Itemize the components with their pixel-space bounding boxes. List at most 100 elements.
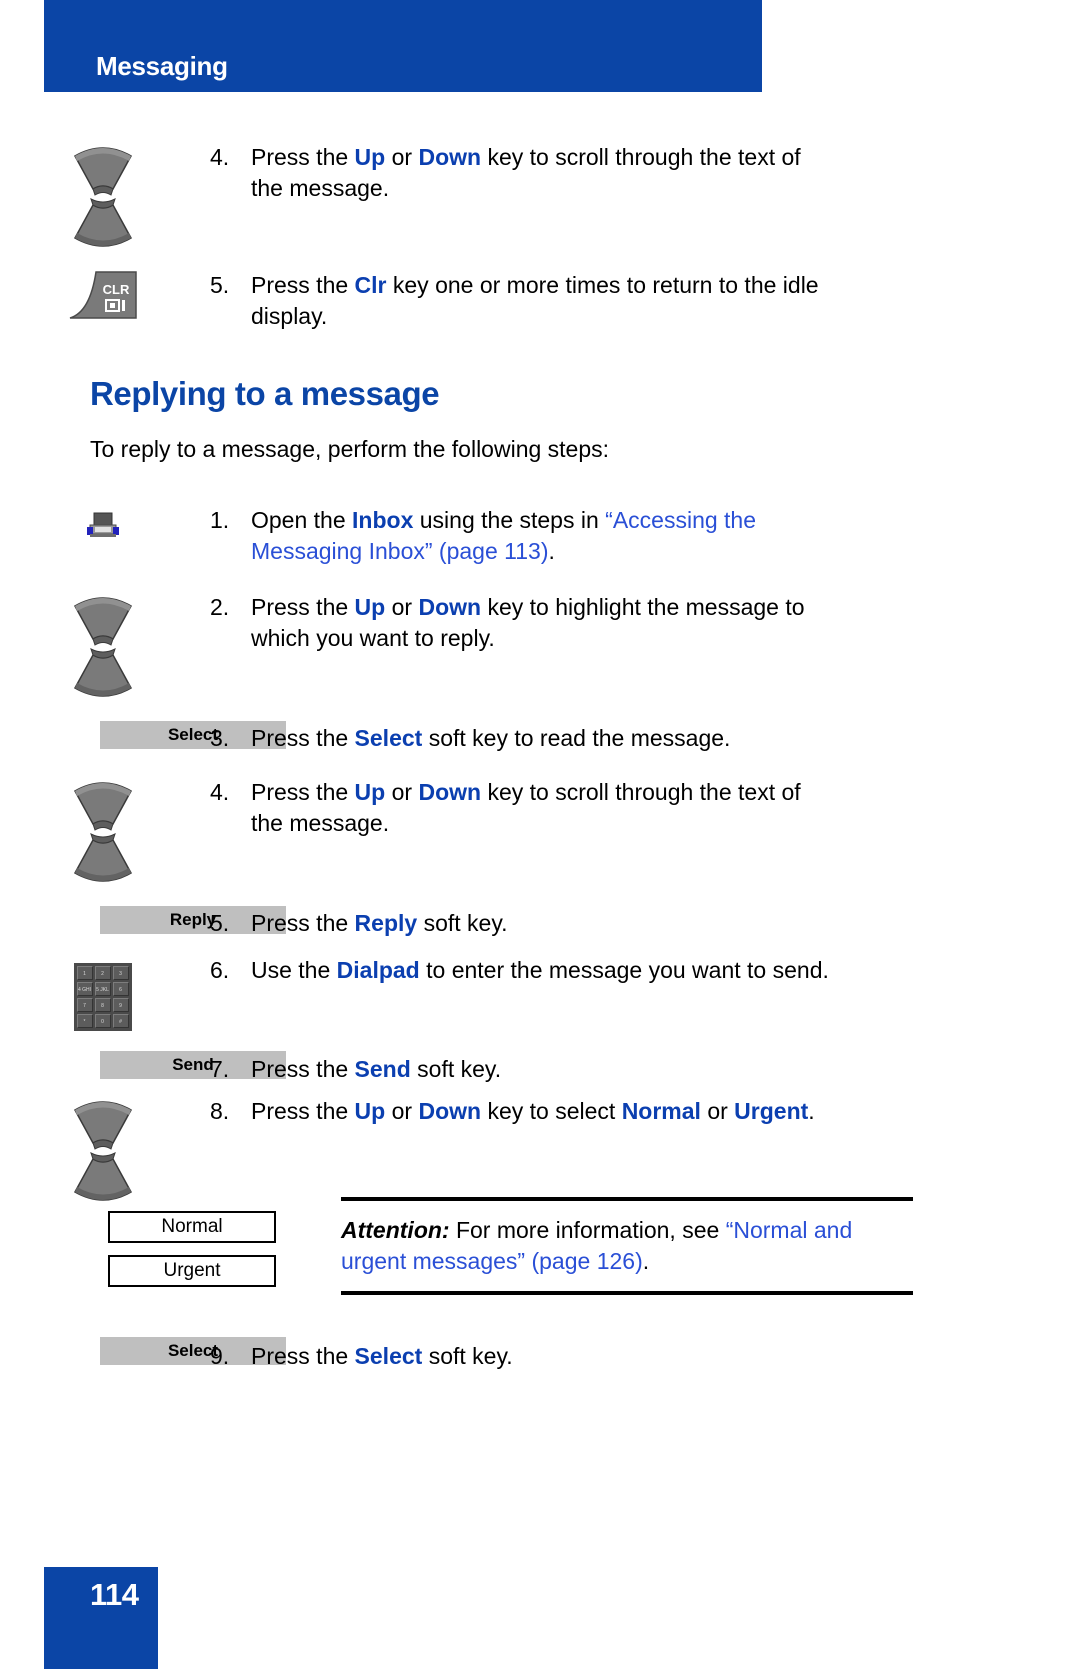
dialpad-icon: 1 2 ABC 3 DEF 4 GHI 5 JKL 6 MNO 7 PQRS 8… bbox=[73, 963, 132, 1031]
step-text-part: Press the bbox=[251, 1056, 355, 1082]
section-intro-text: To reply to a message, perform the follo… bbox=[90, 436, 610, 462]
dialpad-key: * bbox=[76, 1014, 93, 1028]
step-text-part: Use the bbox=[251, 957, 337, 983]
step-row: 1 2 ABC 3 DEF 4 GHI 5 JKL 6 MNO 7 PQRS 8… bbox=[0, 955, 829, 1031]
step-icon-column bbox=[0, 777, 205, 887]
step-icon-column bbox=[0, 592, 205, 702]
step-text-part-bold: Up bbox=[354, 1098, 386, 1124]
step-text-part-bold: Reply bbox=[354, 910, 418, 936]
dialpad-key: 1 bbox=[76, 966, 93, 980]
dialpad-key: 2 ABC bbox=[94, 966, 111, 980]
step-text-part: soft key to read the message. bbox=[422, 725, 731, 751]
nav-up-down-key-icon bbox=[67, 1096, 139, 1206]
step-text-part: Press the bbox=[251, 725, 355, 751]
step-text-part: Press the bbox=[251, 779, 355, 805]
step-text-part: or bbox=[385, 594, 419, 620]
step-number: 6. bbox=[210, 957, 230, 983]
step-row: 7. Press the Send soft key. bbox=[0, 1054, 501, 1085]
dialpad-key: 7 PQRS bbox=[76, 998, 93, 1012]
step-icon-column: CLR bbox=[0, 270, 205, 324]
step-text: Press the Send soft key. bbox=[251, 1054, 501, 1085]
nav-key-art bbox=[73, 147, 132, 247]
step-text-part: key to select bbox=[481, 1098, 622, 1124]
dialpad-key: 9 WXYZ bbox=[112, 998, 129, 1012]
step-text-part: Press the bbox=[251, 144, 355, 170]
note-body: Attention: For more information, see “No… bbox=[341, 1201, 913, 1291]
step-text-part: Press the bbox=[251, 594, 355, 620]
step-icon-column bbox=[0, 1096, 205, 1206]
step-number: 8. bbox=[210, 1098, 230, 1124]
step-number: 4. bbox=[210, 144, 230, 170]
option-box-urgent[interactable]: Urgent bbox=[108, 1255, 276, 1287]
step-icon-column: 1 2 ABC 3 DEF 4 GHI 5 JKL 6 MNO 7 PQRS 8… bbox=[0, 955, 205, 1031]
step-text-part: Press the bbox=[251, 1098, 355, 1124]
nav-key-art bbox=[73, 782, 132, 882]
step-text-part-bold: Up bbox=[354, 594, 386, 620]
note-tail-text: . bbox=[642, 1248, 650, 1274]
step-row: 9. Press the Select soft key. bbox=[0, 1341, 513, 1372]
dialpad-key: 5 JKL bbox=[94, 982, 111, 996]
step-text-part: or bbox=[385, 144, 419, 170]
nav-up-down-key-icon bbox=[67, 142, 139, 252]
step-text-part-bold: Down bbox=[418, 144, 482, 170]
step-text-part-bold: Down bbox=[418, 779, 482, 805]
step-text-part: Press the bbox=[251, 910, 355, 936]
dialpad-key: 3 DEF bbox=[112, 966, 129, 980]
step-row: 8. Press the Up or Down key to select No… bbox=[0, 1096, 815, 1206]
clr-key-label: CLR bbox=[102, 282, 129, 297]
step-number: 3. bbox=[210, 725, 230, 751]
step-row: 4. Press the Up or Down key to scroll th… bbox=[0, 777, 836, 887]
step-text-part: Press the bbox=[251, 1343, 355, 1369]
step-text: Press the Clr key one or more times to r… bbox=[251, 270, 836, 332]
step-row: CLR 5. Press the Clr key one or more tim… bbox=[0, 270, 836, 332]
inbox-icon bbox=[83, 505, 123, 545]
step-row: 5. Press the Reply soft key. bbox=[0, 908, 508, 939]
step-text: Use the Dialpad to enter the message you… bbox=[251, 955, 829, 986]
dialpad-key: 0 bbox=[94, 1014, 111, 1028]
step-text-part-bold: Send bbox=[354, 1056, 411, 1082]
step-row: 2. Press the Up or Down key to highlight… bbox=[0, 592, 836, 702]
step-row: 1. Open the Inbox using the steps in “Ac… bbox=[0, 505, 836, 567]
step-text-part-bold: Up bbox=[354, 779, 386, 805]
option-box-normal[interactable]: Normal bbox=[108, 1211, 276, 1243]
step-row: 3. Press the Select soft key to read the… bbox=[0, 723, 730, 754]
step-text-part-bold: Normal bbox=[621, 1098, 701, 1124]
dialpad-key: 6 MNO bbox=[112, 982, 129, 996]
step-text-part-bold: Down bbox=[418, 594, 482, 620]
nav-up-down-key-icon bbox=[67, 777, 139, 887]
step-row: 4. Press the Up or Down key to scroll th… bbox=[0, 142, 836, 252]
page-title: Messaging bbox=[96, 51, 228, 81]
step-text-part: or bbox=[700, 1098, 735, 1124]
step-number: 7. bbox=[210, 1056, 230, 1082]
step-text-part-bold: Down bbox=[418, 1098, 482, 1124]
step-text: Press the Up or Down key to scroll throu… bbox=[251, 777, 836, 839]
page-header-bar: Messaging bbox=[44, 0, 762, 92]
step-text: Press the Select soft key to read the me… bbox=[251, 723, 730, 754]
step-text-part: or bbox=[385, 1098, 419, 1124]
step-text: Press the Select soft key. bbox=[251, 1341, 513, 1372]
step-icon-column bbox=[0, 142, 205, 252]
step-text-part-bold: Urgent bbox=[734, 1098, 809, 1124]
dialpad-key: 4 GHI bbox=[76, 982, 93, 996]
step-number: 2. bbox=[210, 594, 230, 620]
step-number: 9. bbox=[210, 1343, 230, 1369]
step-text-part: soft key. bbox=[422, 1343, 513, 1369]
step-text-part: soft key. bbox=[410, 1056, 502, 1082]
inbox-icon-art bbox=[86, 512, 119, 537]
section-heading: Replying to a message bbox=[90, 375, 440, 412]
nav-key-art bbox=[73, 597, 132, 697]
step-text: Press the Up or Down key to select Norma… bbox=[251, 1096, 815, 1127]
step-number: 4. bbox=[210, 779, 230, 805]
step-text: Press the Up or Down key to highlight th… bbox=[251, 592, 836, 654]
step-text-part-bold: Select bbox=[354, 725, 423, 751]
step-text-part: Open the bbox=[251, 507, 353, 533]
note-lead-text: For more information, see bbox=[449, 1217, 726, 1243]
step-text-part-bold: Dialpad bbox=[336, 957, 420, 983]
step-text: Press the Up or Down key to scroll throu… bbox=[251, 142, 836, 204]
step-text-part: using the steps in bbox=[413, 507, 606, 533]
step-text-part-bold: Clr bbox=[354, 272, 387, 298]
nav-up-down-key-icon bbox=[67, 592, 139, 702]
step-text-part: to enter the message you want to send. bbox=[419, 957, 829, 983]
step-number: 5. bbox=[210, 272, 230, 298]
dialpad-key: 8 TUV bbox=[94, 998, 111, 1012]
